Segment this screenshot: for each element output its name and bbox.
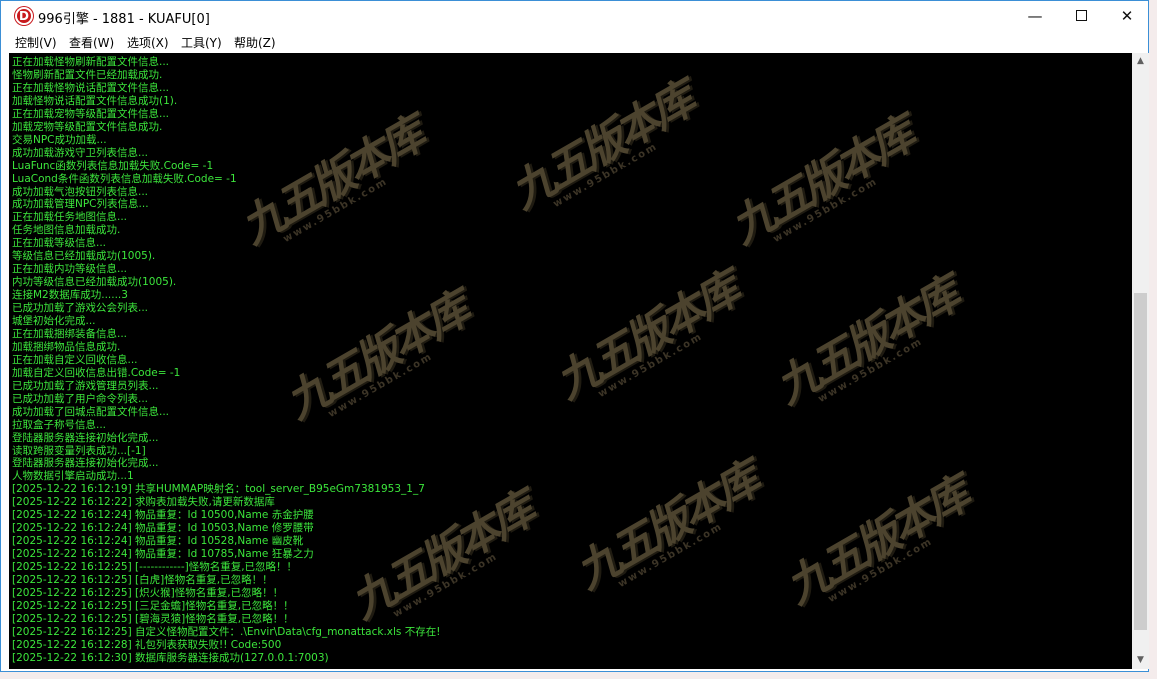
log-line: LuaCond条件函数列表信息加载失败.Code= -1	[12, 172, 237, 185]
watermark-logo: 九五版本库 www.95bbk.com	[332, 485, 541, 645]
watermark-text: 九五版本库	[722, 109, 921, 254]
watermark-logo: 九五版本库 www.95bbk.com	[222, 110, 431, 270]
watermark-text: 九五版本库	[232, 109, 431, 254]
log-line: 连接M2数据库成功......3	[12, 289, 128, 302]
watermark-text: 九五版本库	[342, 484, 541, 629]
maximize-button[interactable]	[1058, 1, 1104, 31]
log-line: 正在加载内功等级信息...	[12, 263, 128, 276]
watermark-text: 九五版本库	[502, 74, 701, 219]
log-line: 成功加载了回城点配置文件信息...	[12, 405, 170, 418]
watermark-logo: 九五版本库 www.95bbk.com	[557, 455, 766, 615]
maximize-icon	[1075, 9, 1087, 21]
log-console[interactable]: 九五版本库 www.95bbk.com 九五版本库 www.95bbk.com 九五版本…	[9, 53, 1132, 669]
log-line: [2025-12-22 16:12:25] [碧海灵猿]怪物名重复,已忽略！！	[12, 612, 294, 625]
log-line: [2025-12-22 16:12:30] 数据库服务器连接成功(127.0.0…	[12, 651, 329, 664]
watermark-logo: 九五版本库 www.95bbk.com	[267, 285, 476, 445]
log-line: [2025-12-22 16:12:22] 求购表加载失败,请更新数据库	[12, 496, 275, 509]
log-line: 读取跨服变量列表成功...[-1]	[12, 444, 146, 457]
app-logo-icon[interactable]: D	[15, 7, 33, 25]
menu-options[interactable]: 选项(X)	[127, 34, 169, 51]
log-line: 加载自定义回收信息出错.Code= -1	[12, 366, 181, 379]
log-line: [2025-12-22 16:12:24] 物品重复：Id 10785,Name…	[12, 548, 314, 561]
log-line: 任务地图信息加载成功.	[12, 224, 121, 237]
log-line: 成功加载游戏守卫列表信息...	[12, 146, 149, 159]
vertical-scrollbar[interactable]: ▲ ▼	[1132, 53, 1149, 669]
log-line: 等级信息已经加载成功(1005).	[12, 250, 156, 263]
log-line: 城堡初始化完成...	[12, 315, 96, 327]
log-line: 人物数据引擎启动成功...1	[12, 470, 134, 483]
menu-help[interactable]: 帮助(Z)	[234, 34, 276, 51]
log-line: [2025-12-22 16:12:24] 物品重复：Id 10528,Name…	[12, 535, 304, 548]
watermark-logo: 九五版本库 www.95bbk.com	[767, 470, 976, 630]
log-line: [2025-12-22 16:12:25] [白虎]怪物名重复,已忽略！！	[12, 574, 273, 586]
close-button[interactable]: ✕	[1104, 1, 1150, 31]
log-line: [2025-12-22 16:12:25] [炽火猴]怪物名重复,已忽略！！	[12, 586, 284, 599]
watermark-logo: 九五版本库 www.95bbk.com	[537, 265, 746, 425]
log-line: 登陆器服务器连接初始化完成...	[12, 457, 159, 470]
title-bar[interactable]: D 996引擎 - 1881 - KUAFU[0] — ✕	[1, 1, 1148, 31]
log-line: 怪物刷新配置文件已经加载成功.	[12, 68, 163, 81]
menu-control[interactable]: 控制(V)	[15, 34, 57, 51]
log-line: 正在加载怪物刷新配置文件信息...	[12, 56, 170, 68]
log-line: 正在加载宠物等级配置文件信息...	[12, 107, 170, 120]
log-line: [2025-12-22 16:12:19] 共享HUMMAP映射名：tool_s…	[12, 483, 425, 496]
log-line: [2025-12-22 16:12:25] [------------]怪物名重…	[12, 561, 298, 574]
log-line: [2025-12-22 16:12:28] 礼包列表获取失败!! Code:50…	[12, 638, 282, 651]
menu-view[interactable]: 查看(W)	[69, 34, 114, 51]
log-line: 正在加载自定义回收信息...	[12, 353, 138, 366]
log-line: 已成功加载了游戏管理员列表...	[12, 379, 159, 392]
log-line: 交易NPC成功加载...	[12, 133, 107, 146]
minimize-button[interactable]: —	[1012, 1, 1058, 31]
menu-tools[interactable]: 工具(Y)	[181, 34, 222, 51]
log-line: 成功加载管理NPC列表信息...	[12, 198, 149, 211]
log-line: 登陆器服务器连接初始化完成...	[12, 431, 159, 444]
log-line: 正在加载怪物说话配置文件信息...	[12, 81, 170, 94]
log-line: 加载捆绑物品信息成功.	[12, 340, 121, 353]
log-line: LuaFunc函数列表信息加载失败.Code= -1	[12, 159, 214, 172]
log-line: 已成功加载了游戏公会列表...	[12, 302, 149, 315]
log-line: [2025-12-22 16:12:24] 物品重复：Id 10503,Name…	[12, 522, 314, 535]
log-line: [2025-12-22 16:12:24] 物品重复：Id 10500,Name…	[12, 509, 314, 522]
log-line: 正在加载等级信息...	[12, 237, 107, 250]
watermark-text: 九五版本库	[567, 454, 766, 599]
app-window: D 996引擎 - 1881 - KUAFU[0] — ✕ 控制(V) 查看(W…	[0, 0, 1149, 672]
scroll-down-arrow-icon[interactable]: ▼	[1132, 652, 1149, 669]
log-line: 内功等级信息已经加载成功(1005).	[12, 276, 177, 289]
log-line: 已成功加载了用户命令列表...	[12, 392, 149, 405]
window-title: 996引擎 - 1881 - KUAFU[0]	[38, 12, 210, 27]
log-line: 成功加载气泡按钮列表信息...	[12, 185, 149, 198]
watermark-logo: 九五版本库 www.95bbk.com	[492, 75, 701, 235]
log-line: 加载怪物说话配置文件信息成功(1).	[12, 94, 178, 107]
watermark-logo: 九五版本库 www.95bbk.com	[712, 110, 921, 270]
menu-bar: 控制(V) 查看(W) 选项(X) 工具(Y) 帮助(Z)	[1, 31, 1148, 52]
log-line: 正在加载任务地图信息...	[12, 211, 128, 224]
watermark-text: 九五版本库	[767, 269, 966, 414]
log-line: 拉取盒子称号信息...	[12, 418, 107, 431]
log-line: 正在加载捆绑装备信息...	[12, 327, 128, 340]
scroll-thumb[interactable]	[1134, 293, 1147, 630]
watermark-logo: 九五版本库 www.95bbk.com	[757, 270, 966, 430]
scroll-up-arrow-icon[interactable]: ▲	[1132, 53, 1149, 70]
watermark-text: 九五版本库	[277, 284, 476, 429]
log-line: [2025-12-22 16:12:25] 自定义怪物配置文件：.\Envir\…	[12, 625, 441, 638]
log-line: [2025-12-22 16:12:25] [三足金蟾]怪物名重复,已忽略！！	[12, 599, 294, 612]
watermark-text: 九五版本库	[547, 264, 746, 409]
watermark-text: 九五版本库	[777, 469, 976, 614]
log-line: 加载宠物等级配置文件信息成功.	[12, 120, 163, 133]
